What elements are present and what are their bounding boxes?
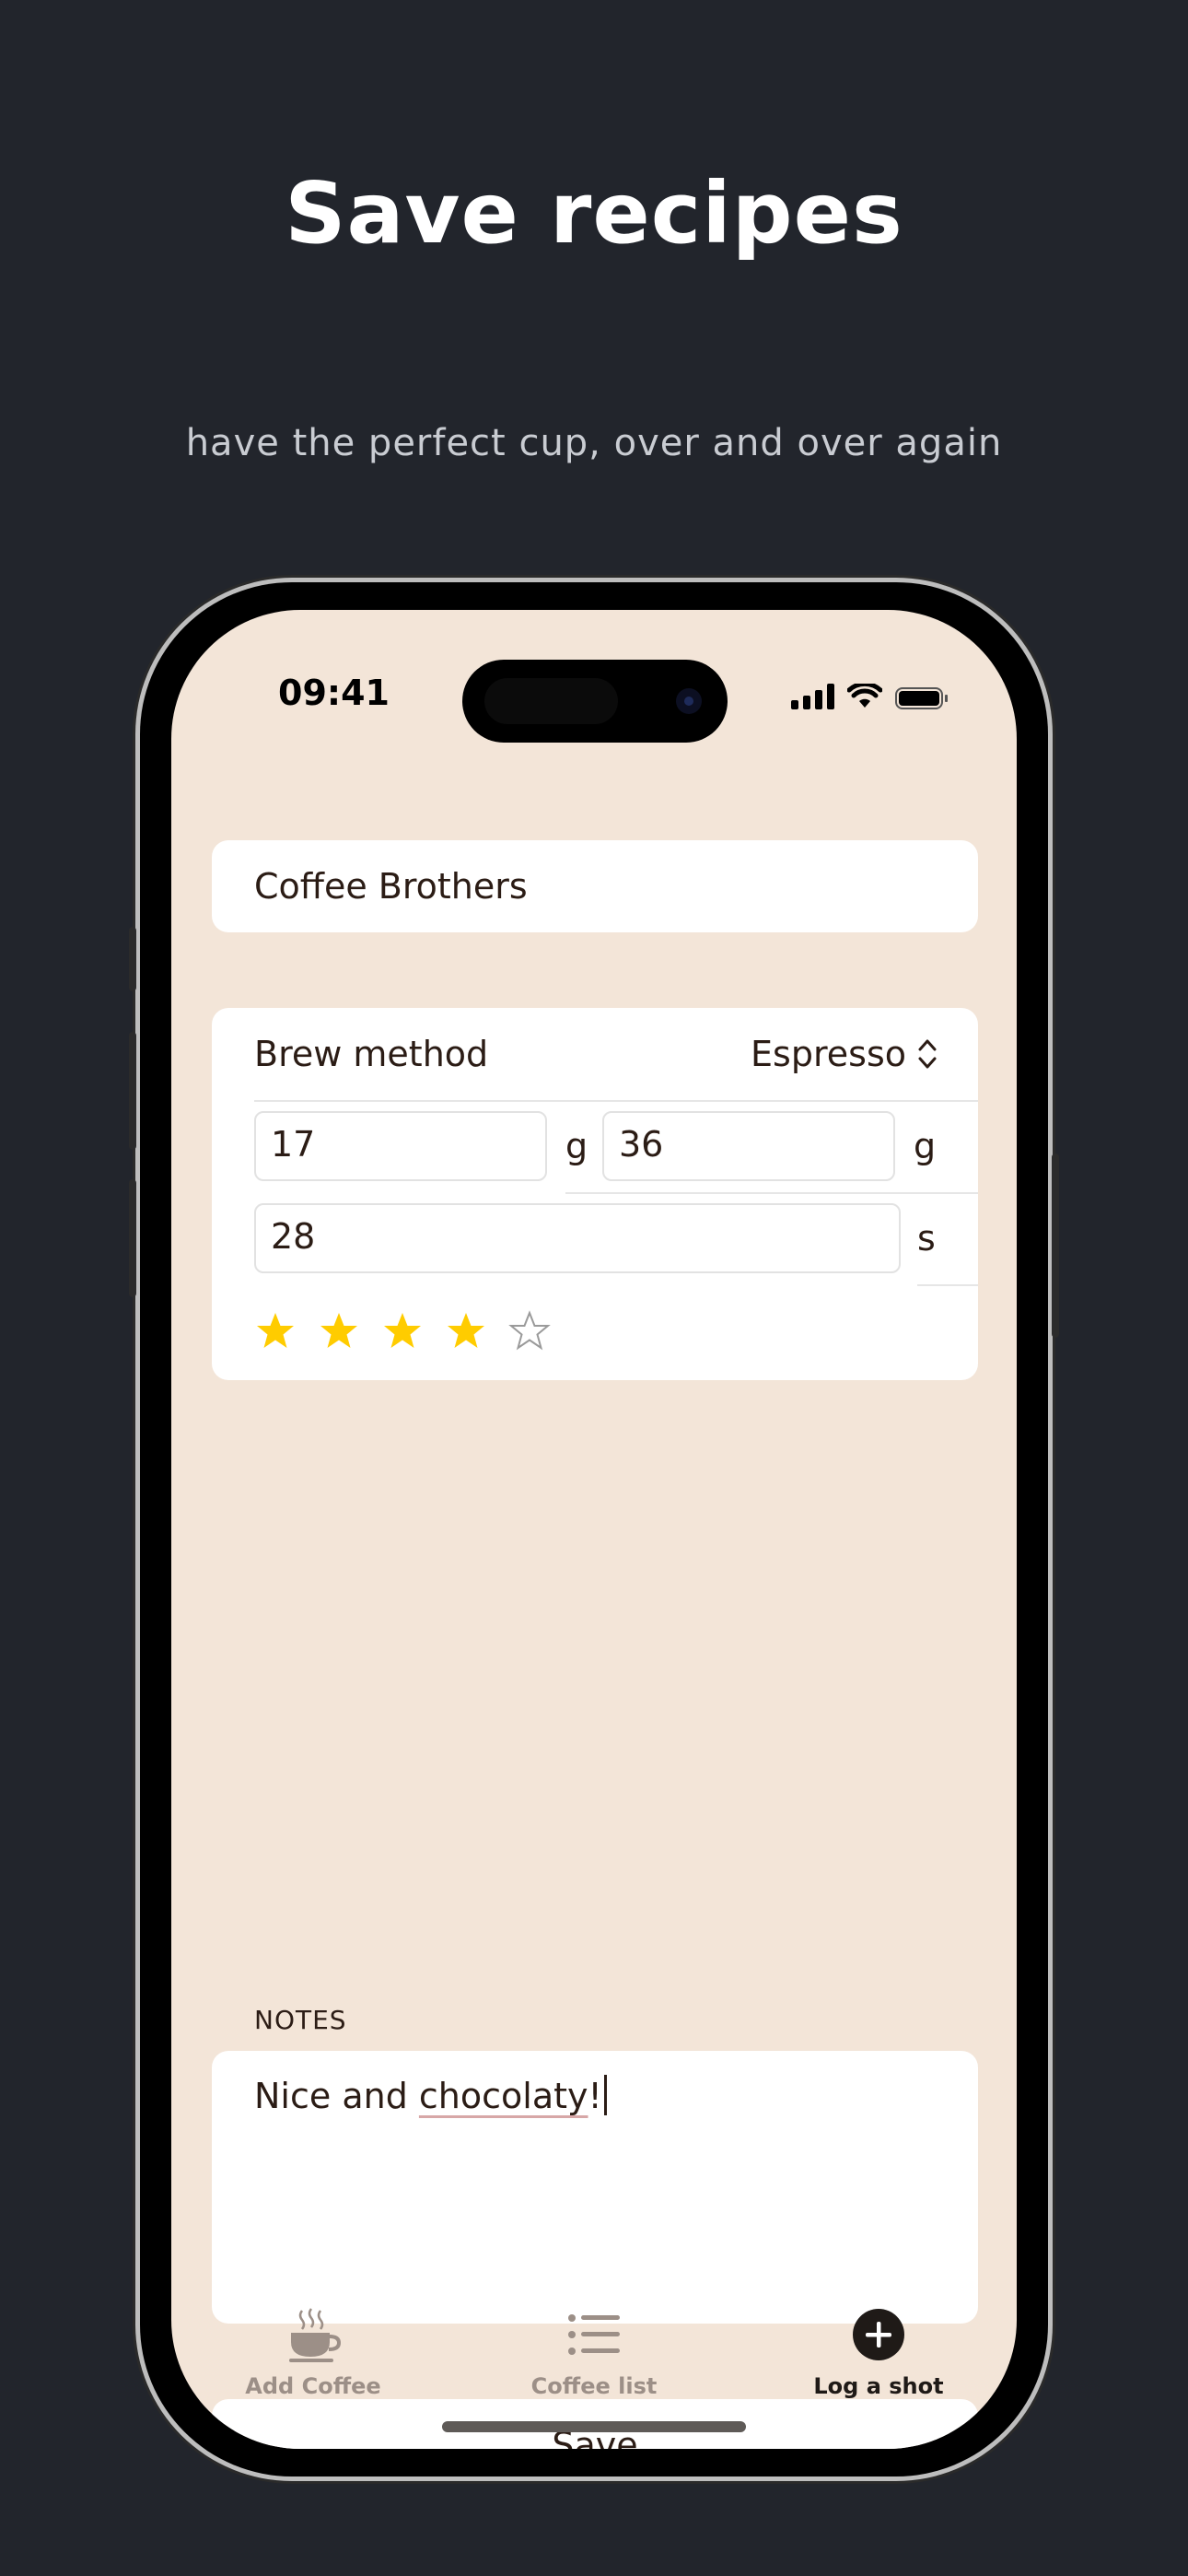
notes-label: NOTES (254, 2005, 347, 2035)
star-filled-icon[interactable] (318, 1310, 360, 1352)
tab-add-coffee-label: Add Coffee (245, 2373, 381, 2399)
silent-switch (129, 927, 136, 991)
coffee-cup-icon (289, 2308, 342, 2362)
notes-field[interactable]: Nice and chocolaty! (212, 2051, 978, 2324)
tab-log-a-shot-label: Log a shot (813, 2373, 944, 2399)
phone-frame: 09:41 Coffee Brothers Brew method Espres… (129, 582, 1059, 2476)
brew-method-value: Espresso (751, 1034, 906, 1074)
status-time: 09:41 (278, 673, 390, 713)
time-input[interactable]: 28 (254, 1203, 901, 1273)
tab-coffee-list[interactable]: Coffee list (483, 2305, 705, 2399)
marketing-headline: Save recipes (285, 164, 903, 263)
text-caret (603, 2075, 607, 2115)
star-filled-icon[interactable] (445, 1310, 487, 1352)
roaster-field[interactable]: Coffee Brothers (212, 840, 978, 932)
dose-out-unit: g (914, 1126, 937, 1166)
notes-text-part: Nice and (254, 2076, 419, 2116)
brew-method-picker[interactable]: Espresso (751, 1034, 938, 1074)
home-indicator (442, 2421, 746, 2432)
star-filled-icon[interactable] (381, 1310, 424, 1352)
divider (565, 1192, 978, 1194)
brew-method-label: Brew method (254, 1034, 489, 1074)
tab-add-coffee[interactable]: Add Coffee (203, 2305, 424, 2399)
tab-log-a-shot[interactable]: Log a shot (768, 2305, 989, 2399)
divider (917, 1284, 978, 1286)
roaster-value: Coffee Brothers (254, 866, 528, 907)
dynamic-island (462, 660, 728, 743)
power-button (1052, 1153, 1059, 1338)
volume-up-button (129, 1032, 136, 1150)
front-camera (676, 688, 702, 714)
recipe-card: Brew method Espresso 17 g 36 g 28 s (212, 1008, 978, 1380)
app-screen: 09:41 Coffee Brothers Brew method Espres… (171, 610, 1017, 2449)
tab-bar: Add Coffee Coffee list Log a shot (171, 2305, 1017, 2416)
rating-stars[interactable] (254, 1310, 551, 1352)
battery-icon (895, 687, 948, 709)
status-icons (791, 684, 948, 709)
volume-down-button (129, 1179, 136, 1297)
notes-text: Nice and chocolaty! (254, 2075, 607, 2116)
dose-out-value: 36 (619, 1124, 664, 1165)
time-unit: s (917, 1218, 936, 1259)
cellular-signal-icon (791, 684, 834, 709)
divider (254, 1100, 978, 1102)
dose-out-input[interactable]: 36 (602, 1111, 895, 1181)
dose-in-value: 17 (271, 1124, 316, 1165)
notes-text-misspelled-word: chocolaty (418, 2076, 588, 2116)
wifi-icon (847, 684, 882, 708)
marketing-subline: have the perfect cup, over and over agai… (185, 422, 1003, 464)
notes-text-part: ! (588, 2076, 602, 2116)
plus-circle-icon (853, 2309, 904, 2360)
list-icon (568, 2314, 620, 2355)
face-id-sensor (484, 678, 618, 724)
star-filled-icon[interactable] (254, 1310, 297, 1352)
time-value: 28 (271, 1216, 316, 1257)
dose-in-unit: g (565, 1126, 588, 1166)
chevron-up-down-icon (918, 1039, 937, 1069)
dose-in-input[interactable]: 17 (254, 1111, 547, 1181)
tab-coffee-list-label: Coffee list (530, 2373, 658, 2399)
star-empty-icon[interactable] (508, 1310, 551, 1352)
